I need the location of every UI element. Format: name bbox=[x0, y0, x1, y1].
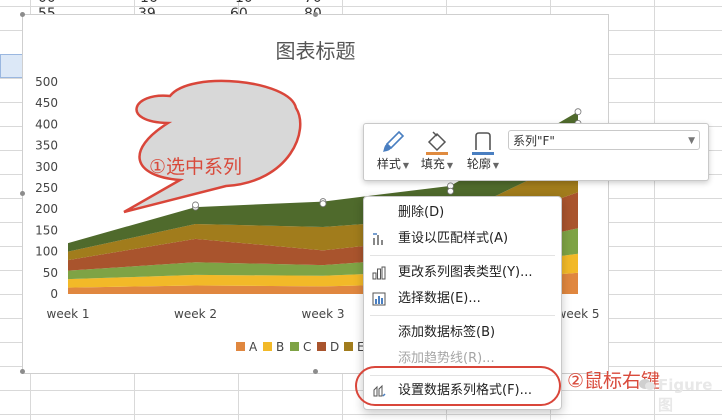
fill-label: 填充 bbox=[420, 157, 445, 171]
menu-separator bbox=[370, 255, 555, 256]
reset-style-icon bbox=[373, 233, 383, 245]
series-select-dropdown[interactable]: 系列"F" ▼ bbox=[508, 130, 700, 150]
chevron-down-icon: ▼ bbox=[492, 161, 500, 170]
callout-bubble bbox=[123, 79, 302, 214]
format-toolbar: 样式 ▼ 填充 ▼ 轮廓 ▼ 系列"F" ▼ bbox=[363, 123, 709, 181]
watermark: Figure图 bbox=[658, 376, 713, 414]
chevron-down-icon: ▼ bbox=[446, 161, 454, 170]
menu-item-select-data[interactable]: 选择数据(E)... bbox=[364, 287, 561, 311]
menu-item-delete[interactable]: 删除(D) bbox=[364, 201, 561, 225]
series-select-value: 系列"F" bbox=[513, 134, 555, 148]
style-button[interactable]: 样式 ▼ bbox=[370, 128, 416, 176]
fill-bucket-icon bbox=[414, 128, 460, 156]
menu-item-change-chart-type[interactable]: 更改系列图表类型(Y)... bbox=[364, 261, 561, 285]
chart-type-icon bbox=[372, 266, 386, 280]
menu-item-add-data-labels[interactable]: 添加数据标签(B) bbox=[364, 321, 561, 345]
wechat-logo-icon bbox=[639, 379, 655, 390]
select-data-icon bbox=[372, 292, 386, 306]
style-label: 样式 bbox=[376, 157, 401, 171]
outline-label: 轮廓 bbox=[466, 157, 491, 171]
menu-separator bbox=[370, 315, 555, 316]
outline-button[interactable]: 轮廓 ▼ bbox=[460, 128, 506, 176]
chevron-down-icon: ▼ bbox=[402, 161, 410, 170]
callout-select-series: ①选中系列 bbox=[149, 156, 243, 178]
chevron-down-icon: ▼ bbox=[688, 136, 695, 146]
menu-item-reset-style[interactable]: 重设以匹配样式(A) bbox=[364, 227, 561, 251]
outline-icon bbox=[460, 128, 506, 156]
fill-button[interactable]: 填充 ▼ bbox=[414, 128, 460, 176]
brush-icon bbox=[370, 128, 416, 156]
highlight-oval bbox=[355, 366, 561, 406]
